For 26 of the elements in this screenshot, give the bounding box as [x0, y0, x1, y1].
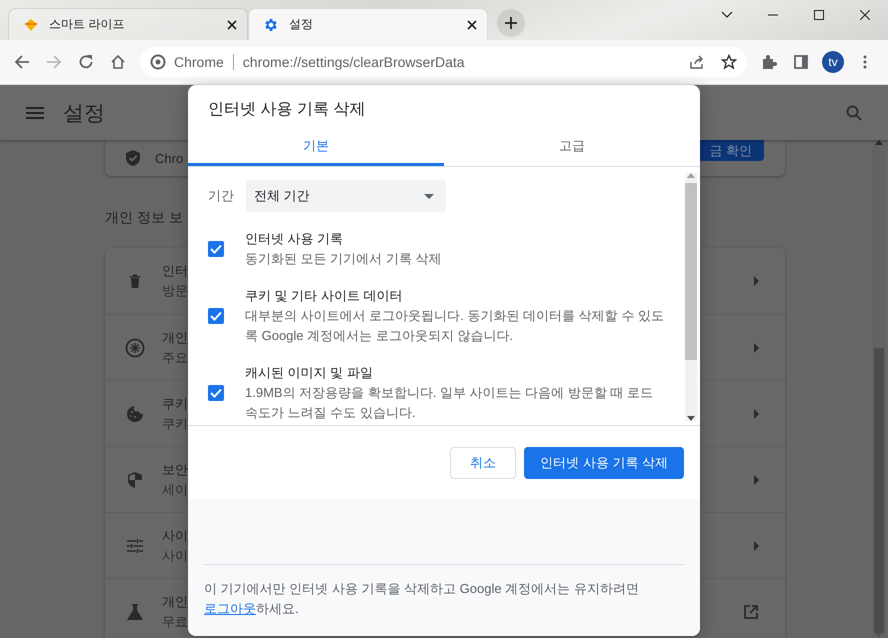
row-title: 개인: [162, 592, 188, 610]
row-title: 개인: [162, 328, 188, 346]
dialog-title: 인터넷 사용 기록 삭제: [207, 100, 366, 120]
url-text: chrome://settings/clearBrowserData: [242, 54, 466, 70]
row-title: 보안: [162, 460, 188, 478]
option-description: 동기화된 모든 기기에서 기록 삭제: [245, 250, 442, 268]
option-title: 쿠키 및 기타 사이트 데이터: [245, 287, 404, 305]
row-subtitle: 방문: [162, 282, 188, 300]
option-title: 캐시된 이미지 및 파일: [245, 364, 374, 382]
row-title: 쿠키: [162, 394, 188, 412]
row-title: 인터: [162, 262, 188, 280]
row-subtitle: 쿠키: [162, 414, 188, 432]
option-description: 대부분의 사이트에서 로그아웃됩니다. 동기화된 데이터를 삭제할 수 있도록 Google 계정에서는 로그아웃되지 않습니다.: [245, 307, 665, 345]
section-title: 개인 정보 보: [105, 208, 184, 227]
option-title: 인터넷 사용 기록: [245, 230, 344, 248]
option-description: 1.9MB의 저장용량을 확보합니다. 일부 사이트는 다음에 방문할 때 로드 속도가 느려질 수도 있습니다.: [245, 384, 654, 422]
site-label: Chrome: [166, 54, 234, 70]
row-subtitle: 무료: [162, 612, 188, 630]
row-title: 사이: [162, 526, 188, 544]
row-subtitle: 주요: [162, 348, 188, 366]
time-range-label: 기간: [208, 187, 235, 205]
row-subtitle: 세이: [162, 480, 188, 498]
footer-note: 이 기기에서만 인터넷 사용 기록을 삭제하고 Google 계정에서는 유지하려면 로그아웃하세요.: [204, 580, 640, 618]
row-subtitle: 사이: [162, 546, 188, 564]
page-title: 설정: [63, 100, 105, 126]
card-text: Chro: [155, 150, 184, 166]
